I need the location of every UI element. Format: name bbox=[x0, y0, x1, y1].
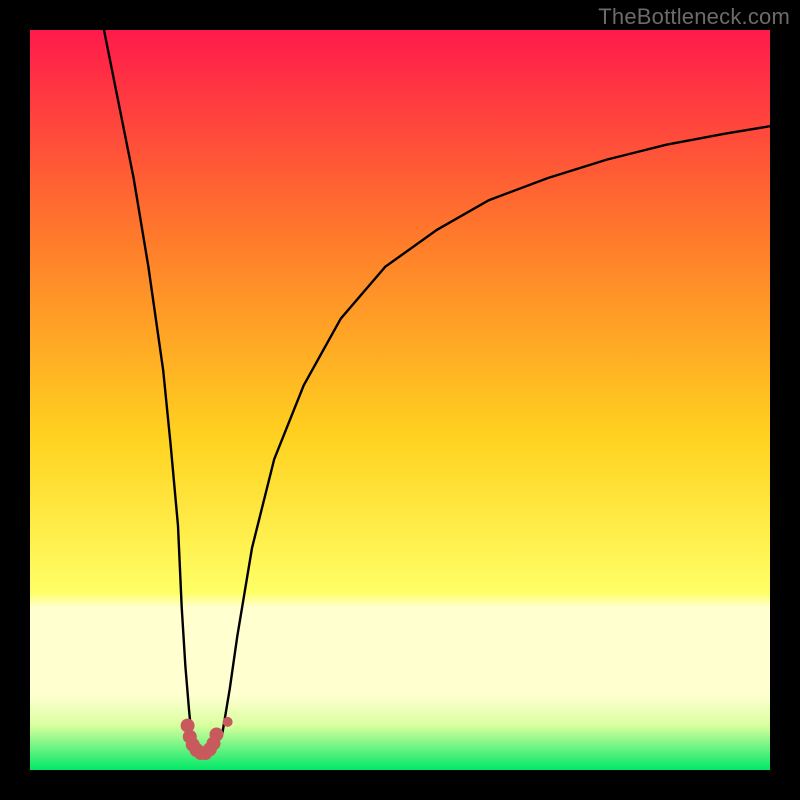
chart-frame: TheBottleneck.com bbox=[0, 0, 800, 800]
gradient-background bbox=[30, 30, 770, 770]
bottleneck-chart bbox=[30, 30, 770, 770]
valley-dot bbox=[223, 717, 233, 727]
valley-dot bbox=[210, 728, 224, 742]
watermark-text: TheBottleneck.com bbox=[598, 4, 790, 30]
